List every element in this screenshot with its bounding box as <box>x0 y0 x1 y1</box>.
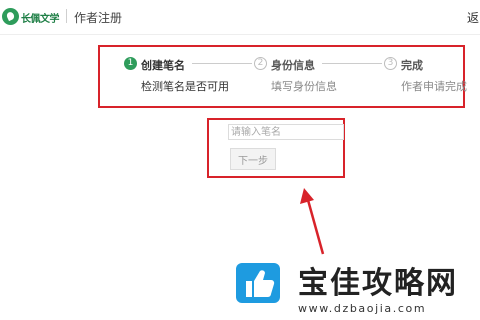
logo-text: 长佩文学 <box>21 14 60 25</box>
step-number-badge: 1 <box>124 57 137 70</box>
watermark-url: www.dzbaojia.com <box>298 302 427 315</box>
back-link[interactable]: 返 <box>467 9 479 26</box>
thumbs-up-icon <box>236 263 280 303</box>
next-step-button[interactable]: 下一步 <box>230 148 276 170</box>
pen-name-input[interactable] <box>228 124 344 140</box>
step-progress: 1 创建笔名 检测笔名是否可用 2 身份信息 填写身份信息 3 完成 作者申请完… <box>98 45 467 108</box>
step-description: 检测笔名是否可用 <box>141 80 229 93</box>
step-number-badge: 3 <box>384 57 397 70</box>
pen-name-form: 下一步 <box>207 118 345 178</box>
header-divider <box>66 9 67 23</box>
step-title: 完成 <box>401 59 423 72</box>
watermark: 宝佳攻略网 www.dzbaojia.com <box>226 250 476 320</box>
step-title: 身份信息 <box>271 59 315 72</box>
page-title: 作者注册 <box>74 11 123 25</box>
step-connector <box>192 63 252 64</box>
step-title: 创建笔名 <box>141 59 185 72</box>
site-logo[interactable]: 长佩文学 <box>2 7 68 27</box>
logo-leaf-icon <box>2 8 19 25</box>
step-connector <box>322 63 382 64</box>
red-arrow-annotation <box>300 188 325 255</box>
top-bar: 长佩文学 作者注册 返 <box>0 0 480 35</box>
step-number-badge: 2 <box>254 57 267 70</box>
watermark-title: 宝佳攻略网 <box>298 266 458 301</box>
step-description: 填写身份信息 <box>271 80 337 93</box>
step-description: 作者申请完成 <box>401 80 467 93</box>
